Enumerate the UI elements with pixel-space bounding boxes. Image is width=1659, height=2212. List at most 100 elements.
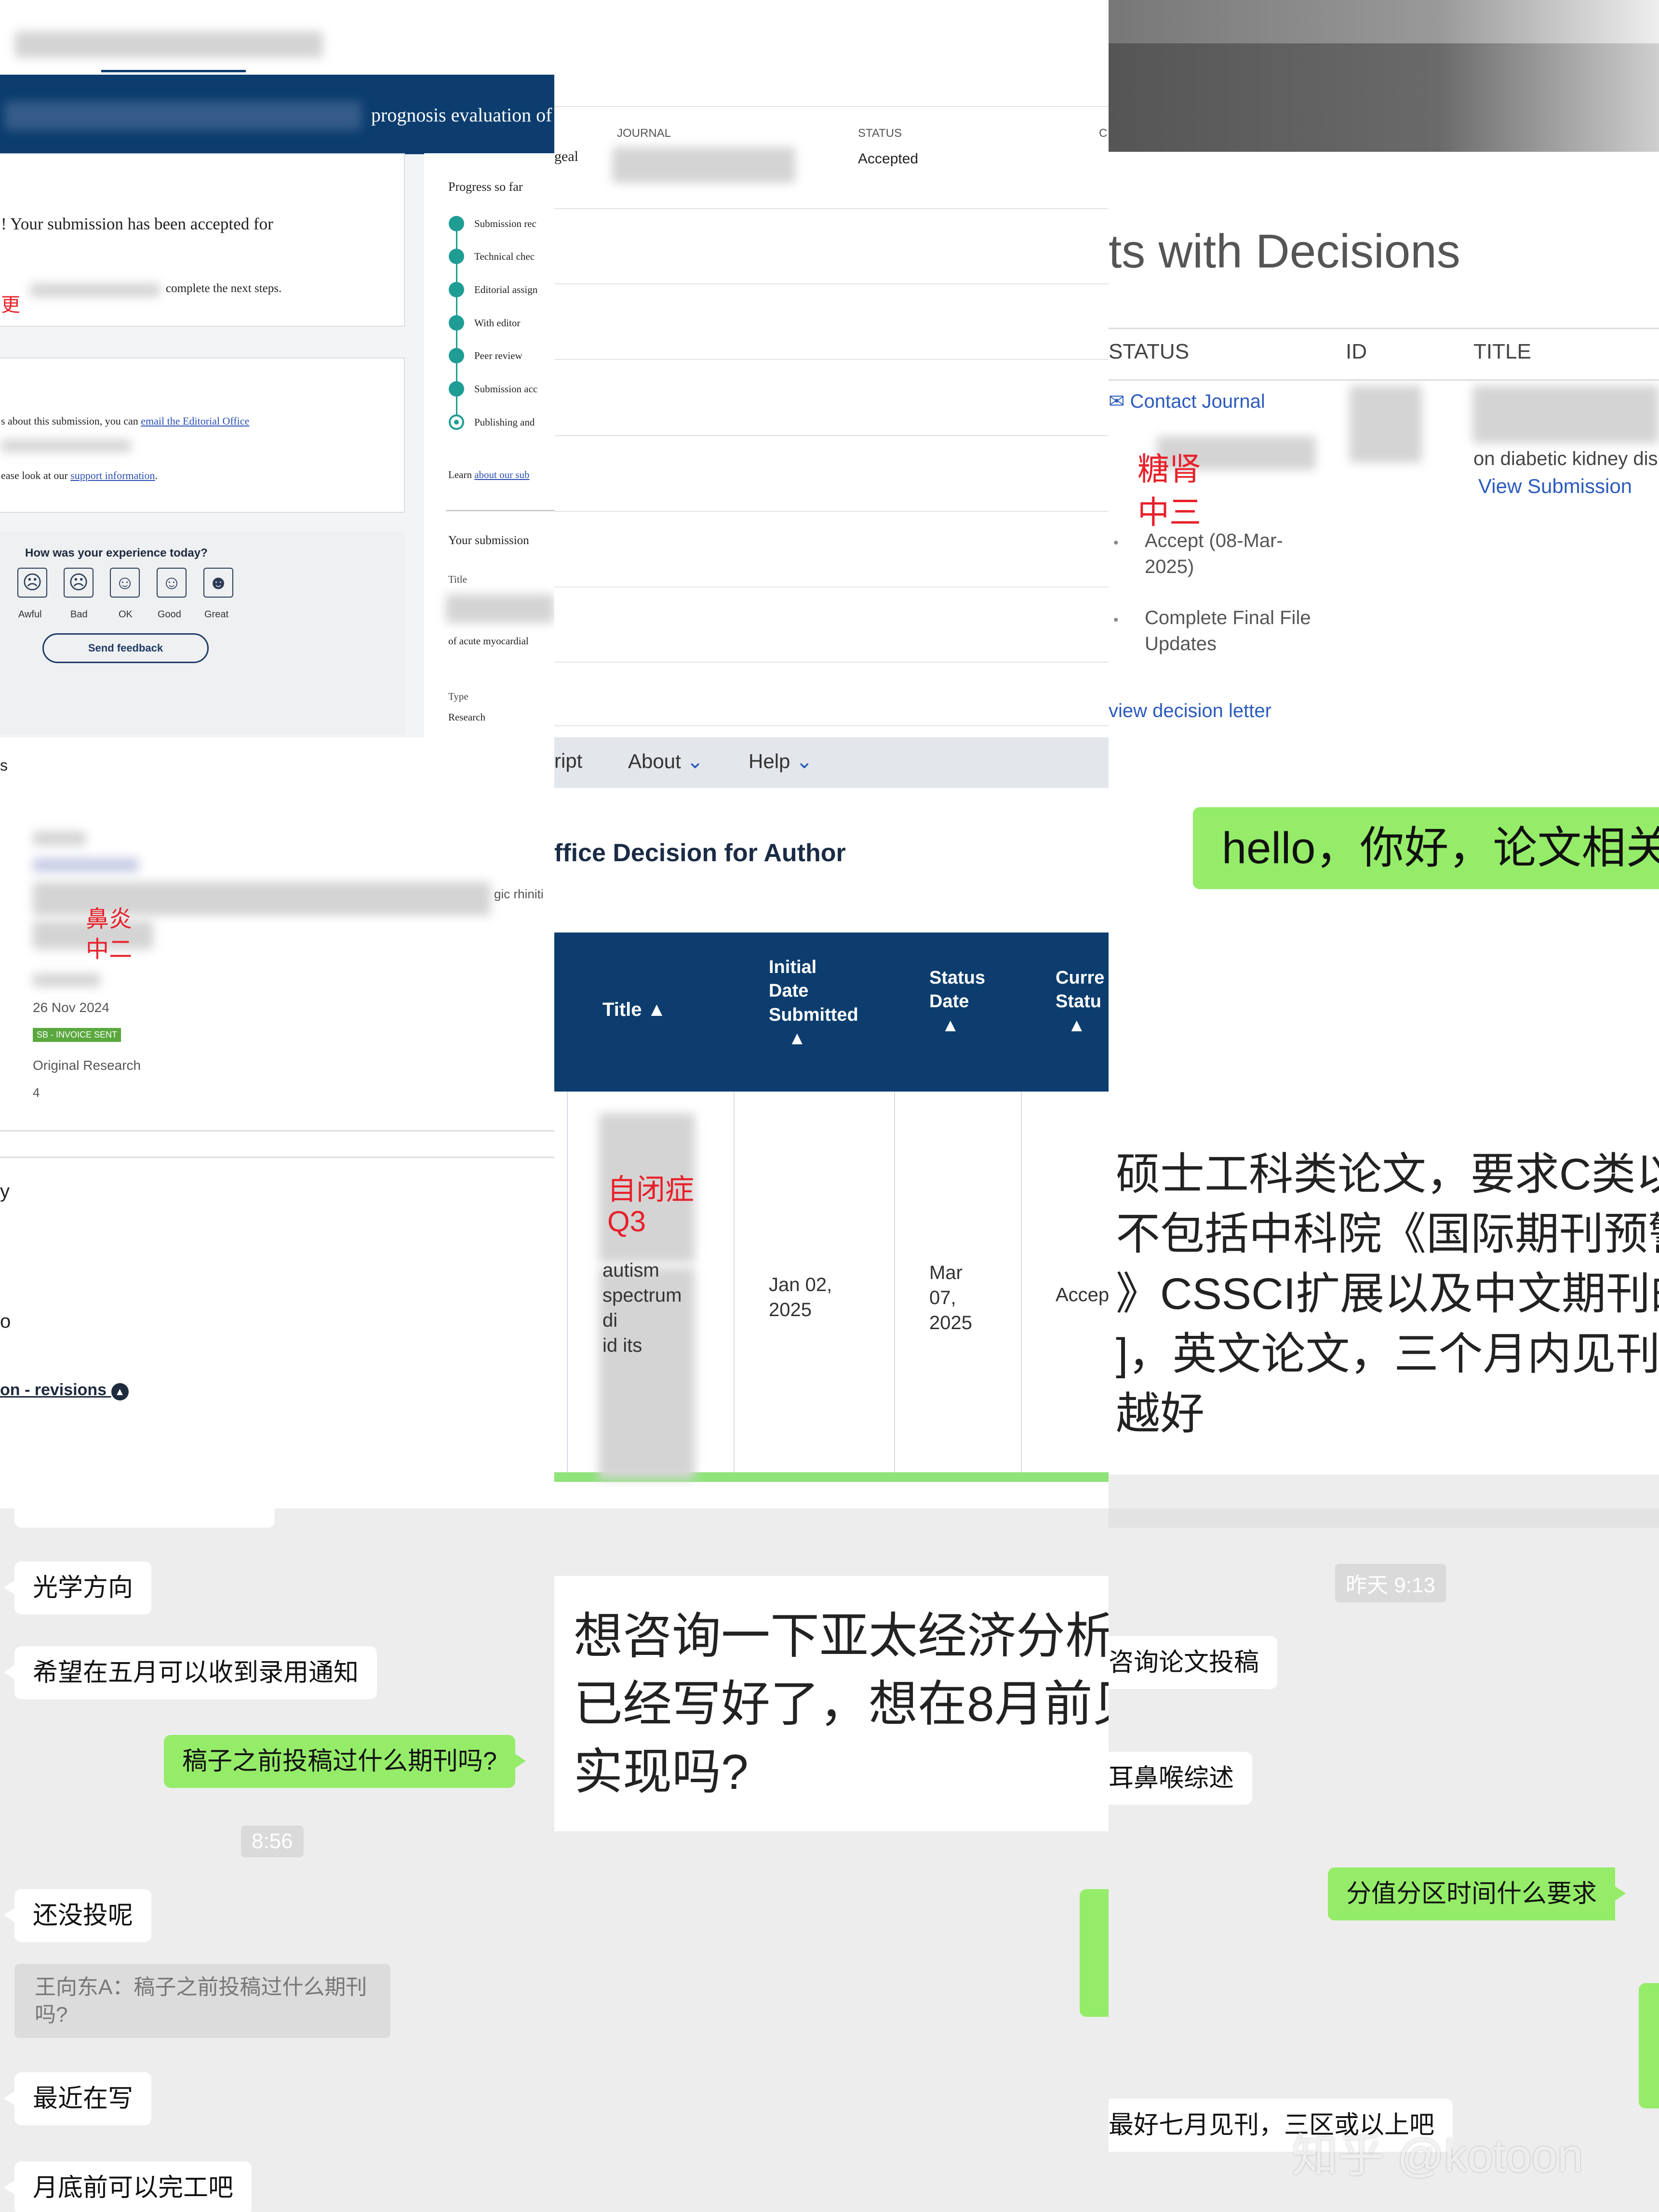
rating-ok: OK (119, 609, 133, 620)
step-done-icon (449, 249, 464, 264)
sort-up-icon: ▲ (647, 999, 667, 1020)
support-text: ease look at our (1, 469, 71, 481)
contact-journal-link[interactable]: ✉ Contact Journal (1109, 390, 1265, 413)
submitted-date: 26 Nov 2024 (33, 1000, 109, 1015)
menu-item-about[interactable]: About ⌄ (628, 749, 704, 773)
progress-step: Peer review (474, 350, 522, 361)
accept-decision: Accept (08-Mar- (1145, 530, 1283, 551)
title-fragment: gic rhiniti (494, 887, 544, 901)
progress-sidebar: Progress so far Submission rec Technical… (424, 153, 554, 737)
red-annotation: 中二 (86, 937, 133, 962)
red-annotation: 自闭症 (607, 1173, 694, 1206)
title-label: Title (448, 573, 467, 585)
bad-face-icon[interactable]: ☹ (64, 568, 94, 598)
chat-bubble-received: 光学方向 (3, 1561, 152, 1615)
red-annotation: 糖肾 (1137, 451, 1201, 487)
view-submission-link[interactable]: View Submission (1478, 475, 1632, 498)
mail-icon: ✉ (1109, 391, 1130, 412)
rating-great: Great (204, 609, 229, 620)
table-header: Title ▲ Initial Date Submitted ▲ Status Dat… (554, 933, 1109, 1092)
col-title[interactable]: Title ▲ (602, 999, 666, 1021)
awful-face-icon[interactable]: ☹ (17, 568, 47, 598)
page-heading: ffice Decision for Author (554, 839, 846, 867)
complete-final-file: Complete Final File (1145, 607, 1311, 628)
submission-list-panel: s gic rhiniti 鼻炎 中二 26 Nov 2024 SB - INV… (0, 737, 554, 1508)
step-done-icon (449, 282, 464, 297)
journal-status-panel: geal JOURNAL STATUS Accepted C (554, 0, 1109, 737)
journal-label: JOURNAL (617, 127, 671, 140)
view-decision-letter-link[interactable]: view decision letter (1109, 700, 1271, 722)
col-initial-date[interactable]: Initial Date Submitted ▲ (769, 956, 858, 1051)
red-annotation: Q3 (607, 1205, 646, 1238)
chat-bubble-sent: 稿子之前投稿过什么期刊吗? (164, 1735, 526, 1788)
chevron-down-icon: ⌄ (796, 750, 813, 773)
chat-panel-requirements: hello，你好，论文相关 硕士工科类论文，要求C类以 不包括中科院《国际期刊预… (1109, 737, 1659, 1508)
email-editorial-office-link[interactable]: email the Editorial Office (141, 415, 249, 427)
article-banner: prognosis evaluation of (0, 75, 554, 154)
your-submission-heading: Your submission (448, 534, 529, 547)
header-bar (0, 0, 554, 75)
red-annotation: 鼻炎 (86, 906, 133, 932)
count-value: 4 (33, 1085, 40, 1100)
progress-step: Editorial assign (474, 284, 538, 295)
progress-step: Technical chec (474, 251, 535, 262)
step-current-icon (449, 414, 464, 430)
learn-about-link[interactable]: about our sub (474, 469, 529, 480)
chat-bubble-received: 耳鼻喉综述 (1109, 1752, 1253, 1805)
rating-bad: Bad (70, 609, 88, 620)
chat-bubble-sent: 分值分区时间什么要求 (1328, 1867, 1626, 1921)
col-current-status[interactable]: Curre Statu ▲ (1056, 966, 1104, 1038)
progress-step: Submission acc (474, 383, 538, 395)
good-face-icon[interactable]: ☺ (157, 568, 187, 598)
sort-up-icon: ▲ (788, 1028, 806, 1049)
col-status-date[interactable]: Status Date ▲ (929, 966, 985, 1038)
col-status: STATUS (1109, 340, 1190, 363)
chevron-down-icon: ⌄ (686, 750, 704, 773)
status-date-value: Mar 07, 2025 (929, 1262, 972, 1333)
message-timestamp: 8:56 (241, 1826, 304, 1857)
rating-awful: Awful (18, 609, 42, 620)
message-text: 想咨询一下亚太经济分析 已经写好了，想在8月前见 实现吗? (574, 1609, 1109, 1799)
send-feedback-button[interactable]: Send feedback (42, 633, 209, 663)
side-fragment: geal (554, 148, 578, 164)
quoted-message: 王向东A：稿子之前投稿过什么期刊 吗? (14, 1964, 390, 2039)
menu-item-help[interactable]: Help ⌄ (749, 749, 813, 773)
decisions-panel: ts with Decisions STATUS ID TITLE ✉ Cont… (1109, 0, 1659, 737)
decision-table-panel: ript About ⌄ Help ⌄ ffice Decision for A… (554, 737, 1109, 1508)
progress-step: Publishing and (474, 416, 535, 428)
watermark: 知乎 @kotoon (1292, 2130, 1583, 2182)
sort-up-icon: ▲ (941, 1015, 960, 1036)
status-value: Accepted (858, 151, 919, 167)
chat-bubble-sent: hello，你好，论文相关 (1193, 807, 1659, 890)
current-status-value: Accep (1056, 1284, 1109, 1306)
chat-panel-ent: 昨天 9:13 咨询论文投稿 耳鼻喉综述 分值分区时间什么要求 最好七月见刊，三… (1109, 1508, 1659, 2212)
chat-bubble-received: 咨询论文投稿 (1109, 1636, 1278, 1690)
ok-face-icon[interactable]: ☺ (110, 568, 140, 598)
red-annotation: 更 (1, 294, 20, 316)
top-menu: ript About ⌄ Help ⌄ (554, 737, 1109, 788)
chat-bubble-received: 还没投呢 (3, 1889, 152, 1943)
title-fragment: autism spectrum di id its (602, 1260, 682, 1356)
progress-step: Submission rec (474, 218, 536, 229)
support-information-link[interactable]: support information (70, 469, 155, 481)
step-done-icon (449, 381, 464, 397)
type-label: Type (448, 691, 468, 702)
title-fragment: on diabetic kidney dis (1473, 448, 1658, 469)
page-heading: ts with Decisions (1109, 225, 1460, 278)
chat-bubble-received: 希望在五月可以收到录用通知 (3, 1646, 377, 1700)
banner-title: prognosis evaluation of (371, 104, 552, 126)
article-type: Original Research (33, 1058, 141, 1073)
revisions-link[interactable]: on - revisions ▲ (0, 1381, 129, 1400)
submission-accepted-panel: prognosis evaluation of ! Your submissio… (0, 0, 554, 737)
table-header: STATUS ID TITLE (1109, 328, 1659, 381)
message-text: 硕士工科类论文，要求C类以 不包括中科院《国际期刊预警 》CSSCI扩展以及中文… (1116, 1150, 1659, 1439)
progress-title: Progress so far (448, 180, 523, 194)
menu-item-manuscript[interactable]: ript (554, 749, 582, 773)
great-face-icon[interactable]: ☻ (203, 568, 233, 598)
top-photo-strip (1109, 0, 1659, 152)
chat-bubble-received: 最近在写 (3, 2072, 152, 2126)
initial-date-value: Jan 02, 2025 (769, 1274, 832, 1320)
chevron-up-icon: ▲ (111, 1383, 129, 1400)
col-id: ID (1346, 340, 1367, 363)
next-steps-text: complete the next steps. (166, 282, 282, 295)
